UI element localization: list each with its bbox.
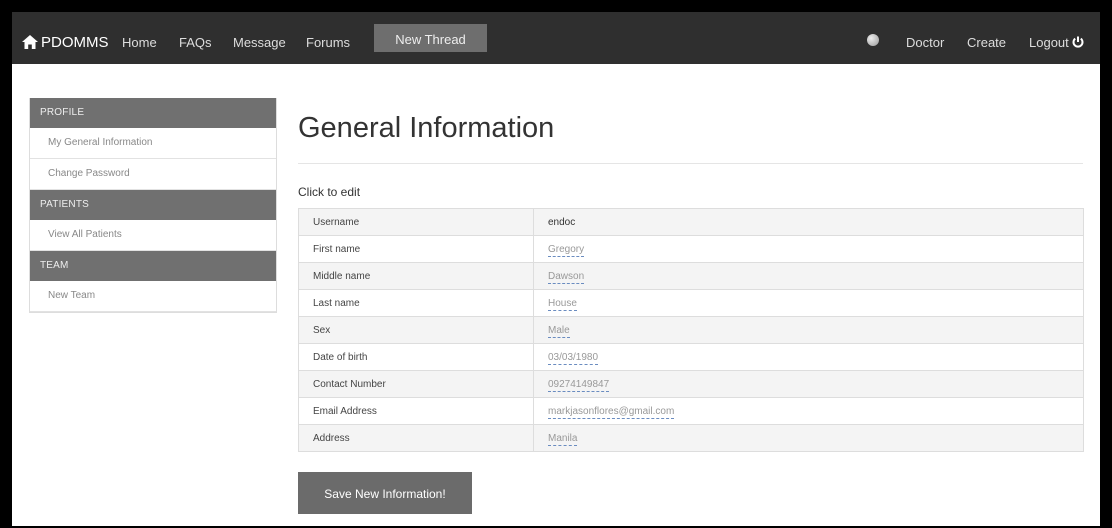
nav-new-thread[interactable]: New Thread xyxy=(374,24,487,52)
table-row-sex: Sex Male xyxy=(298,316,1084,344)
page-title: General Information xyxy=(298,112,555,144)
nav-logout[interactable]: Logout xyxy=(1029,12,1084,64)
row-value-cell: Manila xyxy=(533,424,1084,452)
row-label: Address xyxy=(298,424,534,452)
sidebar-item-general-information[interactable]: My General Information xyxy=(30,128,276,159)
table-row-email-address: Email Address markjasonflores@gmail.com xyxy=(298,397,1084,425)
last-name-editable[interactable]: House xyxy=(548,297,577,311)
row-value-cell: markjasonflores@gmail.com xyxy=(533,397,1084,425)
row-value-cell: 09274149847 xyxy=(533,370,1084,398)
table-row-last-name: Last name House xyxy=(298,289,1084,317)
sidebar-header-profile: PROFILE xyxy=(30,98,276,128)
row-label: Username xyxy=(298,208,534,236)
sidebar-header-patients: PATIENTS xyxy=(30,190,276,220)
table-row-contact-number: Contact Number 09274149847 xyxy=(298,370,1084,398)
globe-icon[interactable] xyxy=(867,34,879,46)
row-value-cell: endoc xyxy=(533,208,1084,236)
email-address-editable[interactable]: markjasonflores@gmail.com xyxy=(548,405,675,419)
page-frame: PDOMMS Home FAQs Message Forums New Thre… xyxy=(12,12,1100,526)
username-value: endoc xyxy=(548,216,576,228)
row-label: Middle name xyxy=(298,262,534,290)
sidebar: PROFILE My General Information Change Pa… xyxy=(29,98,277,313)
nav-doctor[interactable]: Doctor xyxy=(906,12,944,64)
sidebar-item-change-password[interactable]: Change Password xyxy=(30,159,276,190)
date-of-birth-editable[interactable]: 03/03/1980 xyxy=(548,351,599,365)
table-row-address: Address Manila xyxy=(298,424,1084,452)
row-value-cell: Dawson xyxy=(533,262,1084,290)
top-navbar: PDOMMS Home FAQs Message Forums New Thre… xyxy=(12,12,1100,64)
brand-name: PDOMMS xyxy=(41,34,109,51)
sidebar-item-new-team[interactable]: New Team xyxy=(30,281,276,312)
title-divider xyxy=(298,163,1083,164)
row-label: Last name xyxy=(298,289,534,317)
table-row-date-of-birth: Date of birth 03/03/1980 xyxy=(298,343,1084,371)
address-editable[interactable]: Manila xyxy=(548,432,578,446)
nav-forums[interactable]: Forums xyxy=(306,12,350,64)
nav-faqs[interactable]: FAQs xyxy=(179,12,212,64)
nav-message[interactable]: Message xyxy=(233,12,286,64)
row-label: Contact Number xyxy=(298,370,534,398)
contact-number-editable[interactable]: 09274149847 xyxy=(548,378,610,392)
sex-editable[interactable]: Male xyxy=(548,324,570,338)
sidebar-item-view-all-patients[interactable]: View All Patients xyxy=(30,220,276,251)
table-row-first-name: First name Gregory xyxy=(298,235,1084,263)
row-value-cell: House xyxy=(533,289,1084,317)
row-label: First name xyxy=(298,235,534,263)
nav-home[interactable]: Home xyxy=(122,12,157,64)
brand-link[interactable]: PDOMMS xyxy=(22,12,109,64)
nav-create[interactable]: Create xyxy=(967,12,1006,64)
row-label: Sex xyxy=(298,316,534,344)
table-row-middle-name: Middle name Dawson xyxy=(298,262,1084,290)
row-value-cell: 03/03/1980 xyxy=(533,343,1084,371)
table-row-username: Username endoc xyxy=(298,208,1084,236)
click-to-edit-hint: Click to edit xyxy=(298,185,361,199)
row-value-cell: Gregory xyxy=(533,235,1084,263)
first-name-editable[interactable]: Gregory xyxy=(548,243,585,257)
row-value-cell: Male xyxy=(533,316,1084,344)
row-label: Email Address xyxy=(298,397,534,425)
sidebar-header-team: TEAM xyxy=(30,251,276,281)
general-info-table: Username endoc First name Gregory Middle… xyxy=(298,208,1084,452)
logout-label: Logout xyxy=(1029,35,1069,50)
row-label: Date of birth xyxy=(298,343,534,371)
home-icon xyxy=(22,35,38,49)
save-new-information-button[interactable]: Save New Information! xyxy=(298,472,472,514)
middle-name-editable[interactable]: Dawson xyxy=(548,270,585,284)
power-icon xyxy=(1072,36,1084,48)
